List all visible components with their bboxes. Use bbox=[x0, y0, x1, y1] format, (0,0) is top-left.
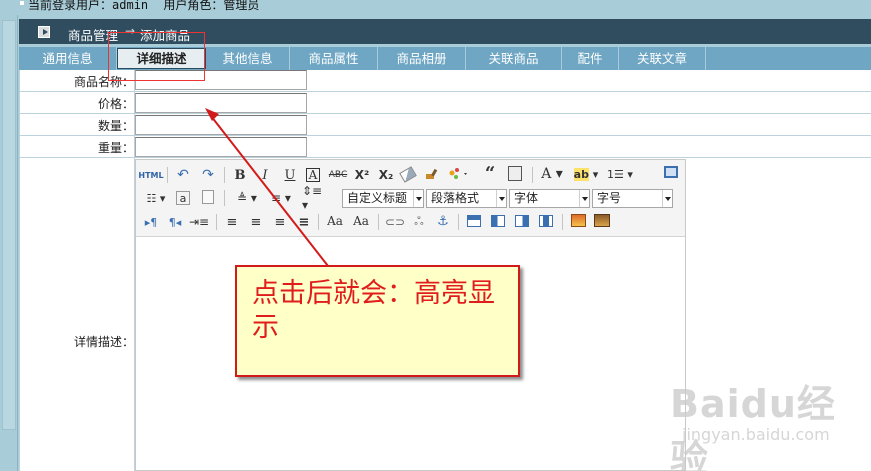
annotation-text: 点击后就会：高亮显示 bbox=[252, 278, 495, 343]
watermark-brand: Baidu经验 bbox=[670, 382, 836, 471]
baidu-watermark: Baidu经验 jingyan.baidu.com bbox=[670, 373, 870, 471]
annotation-note: 点击后就会：高亮显示 bbox=[235, 265, 520, 377]
watermark-url: jingyan.baidu.com bbox=[682, 425, 830, 444]
